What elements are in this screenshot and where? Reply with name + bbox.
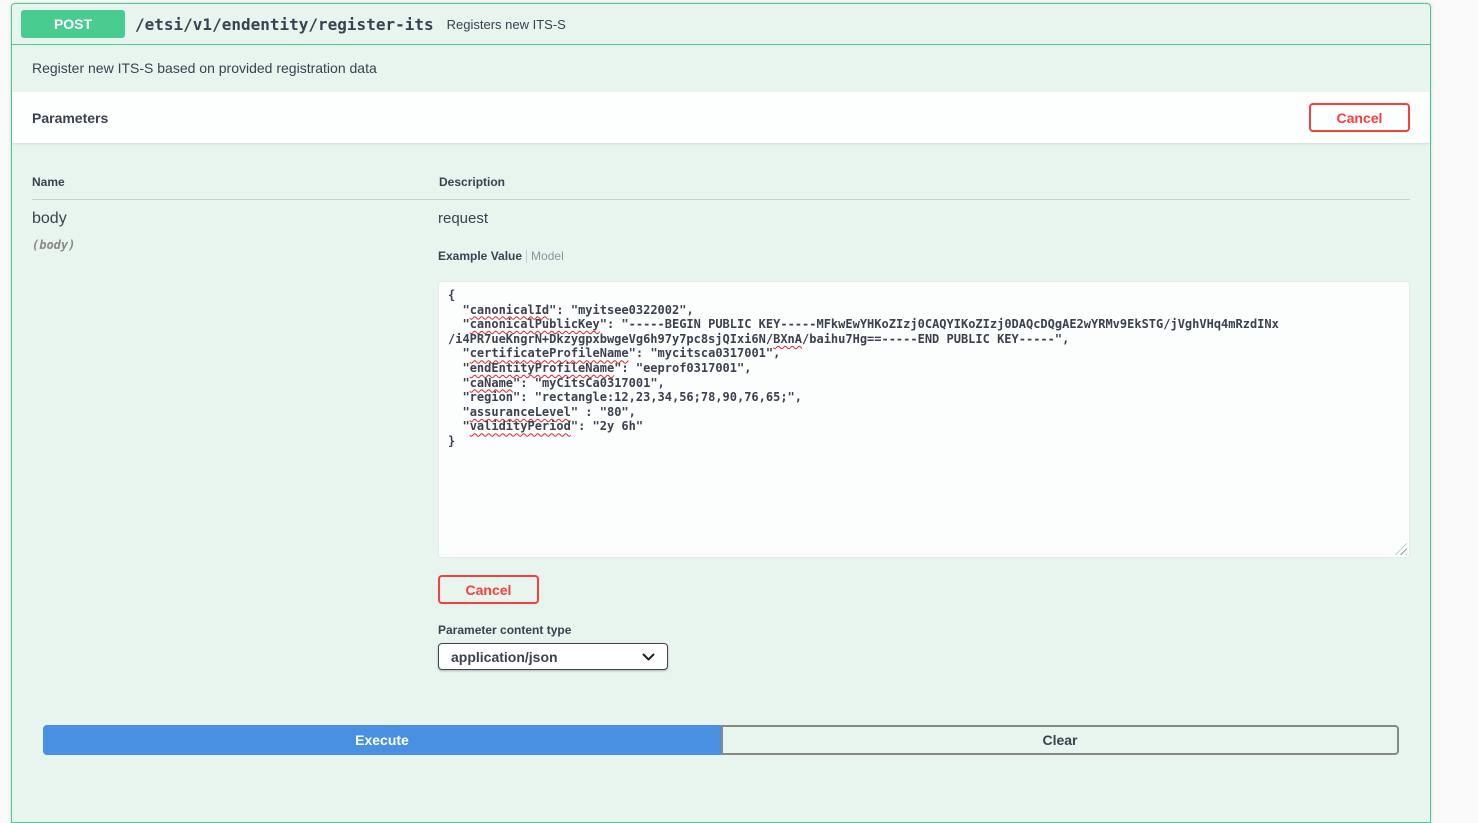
endpoint-summary: Registers new ITS-S xyxy=(447,17,566,32)
execute-button-group: Execute Clear xyxy=(12,714,1430,766)
tab-model[interactable]: Model xyxy=(531,249,564,263)
parameter-name: body xyxy=(32,210,438,228)
tab-divider xyxy=(526,250,527,263)
parameters-table-header: Name Description xyxy=(32,163,1410,200)
parameter-name-cell: body (body) xyxy=(32,210,438,670)
clear-button[interactable]: Clear xyxy=(721,725,1399,755)
parameter-content-type-label: Parameter content type xyxy=(438,623,1410,637)
tab-example-value[interactable]: Example Value xyxy=(438,249,522,263)
chevron-down-icon xyxy=(642,649,655,665)
content-type-select[interactable]: application/json xyxy=(438,643,668,670)
column-header-name: Name xyxy=(32,175,439,189)
parameters-section-header: Parameters Cancel xyxy=(12,92,1430,143)
http-method-badge: POST xyxy=(21,10,125,38)
parameter-description-cell: request Example Value Model { "canonical… xyxy=(438,210,1410,670)
column-header-description: Description xyxy=(439,175,1410,189)
parameters-table: Name Description body (body) request Exa… xyxy=(12,143,1430,690)
parameter-description: request xyxy=(438,210,1410,227)
cancel-try-out-button[interactable]: Cancel xyxy=(1309,103,1410,132)
example-model-tabs: Example Value Model xyxy=(438,249,1410,263)
parameter-row: body (body) request Example Value Model … xyxy=(32,200,1410,670)
operation-summary[interactable]: POST /etsi/v1/endentity/register-its Reg… xyxy=(12,4,1430,45)
parameter-location: (body) xyxy=(32,238,438,252)
endpoint-path: /etsi/v1/endentity/register-its xyxy=(135,15,434,34)
operation-description: Register new ITS-S based on provided reg… xyxy=(12,45,1430,92)
operation-panel: POST /etsi/v1/endentity/register-its Reg… xyxy=(11,3,1431,823)
execute-button[interactable]: Execute xyxy=(43,725,721,755)
content-type-selected-value: application/json xyxy=(451,649,558,665)
resize-handle[interactable] xyxy=(1395,543,1407,555)
request-body-json: { "canonicalId": "myitsee0322002", "cano… xyxy=(448,288,1400,449)
parameters-title: Parameters xyxy=(32,110,108,126)
cancel-edit-button[interactable]: Cancel xyxy=(438,575,539,604)
request-body-editor[interactable]: { "canonicalId": "myitsee0322002", "cano… xyxy=(438,281,1410,558)
